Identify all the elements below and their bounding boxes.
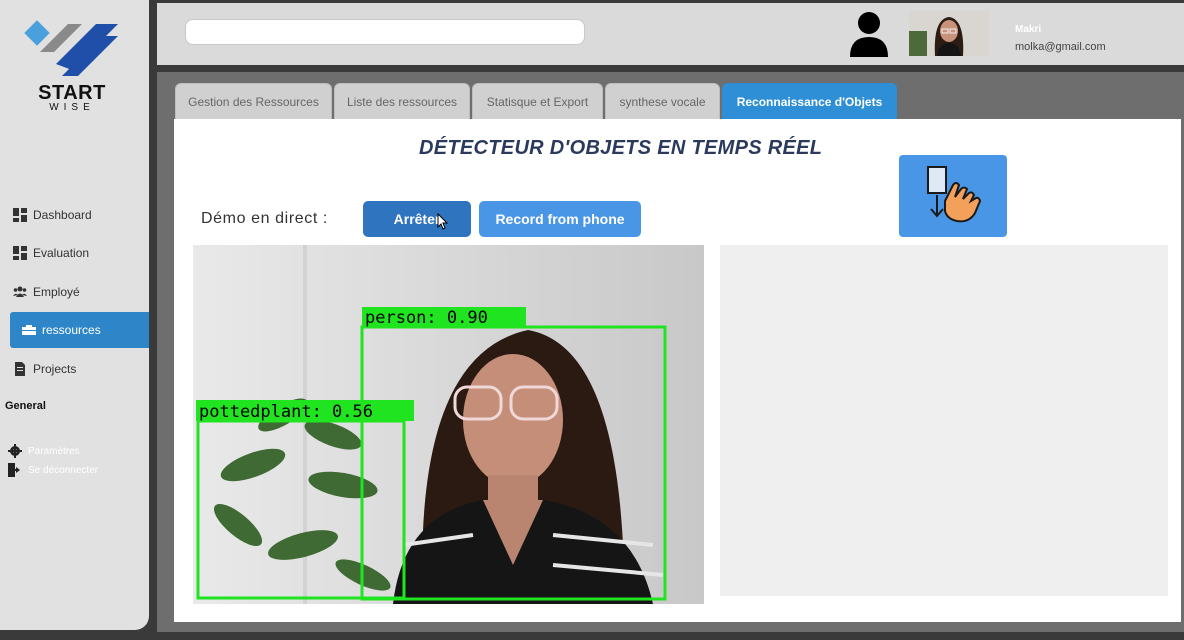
person-detection-label: person: 0.90 xyxy=(365,308,488,328)
logout-label: Se déconnecter xyxy=(28,464,99,476)
pottedplant-detection-label: pottedplant: 0.56 xyxy=(199,402,373,422)
detector-panel: DÉTECTEUR D'OBJETS EN TEMPS RÉEL Démo en… xyxy=(174,119,1181,622)
file-icon xyxy=(13,362,27,376)
search-input[interactable] xyxy=(185,19,585,45)
tab-synthese-vocale[interactable]: synthese vocale xyxy=(605,83,720,119)
toolbox-icon xyxy=(22,323,36,337)
users-icon xyxy=(13,285,27,299)
results-pane xyxy=(720,245,1168,596)
touch-upload-button[interactable] xyxy=(899,155,1007,237)
logout-icon xyxy=(8,463,22,477)
sidebar: START WISE Dashboard Evaluation Employé … xyxy=(0,0,149,630)
sidebar-item-label: Dashboard xyxy=(33,208,92,222)
sidebar-item-ressources[interactable]: ressources xyxy=(10,312,149,348)
settings-link[interactable]: Paramètres xyxy=(8,444,80,458)
hand-tap-icon xyxy=(927,166,982,223)
tab-reconnaissance-objets[interactable]: Reconnaissance d'Objets xyxy=(722,83,897,119)
sidebar-item-evaluation[interactable]: Evaluation xyxy=(0,236,149,270)
stop-button[interactable]: Arrêter xyxy=(363,201,471,237)
tab-liste-ressources[interactable]: Liste des ressources xyxy=(334,83,470,119)
sidebar-item-employe[interactable]: Employé xyxy=(0,275,149,309)
page-title: DÉTECTEUR D'OBJETS EN TEMPS RÉEL xyxy=(419,137,823,159)
user-silhouette-icon[interactable] xyxy=(849,11,889,57)
tab-statistique-export[interactable]: Statisque et Export xyxy=(472,83,603,119)
logout-link[interactable]: Se déconnecter xyxy=(8,463,98,477)
gear-icon xyxy=(8,444,22,458)
record-from-phone-button[interactable]: Record from phone xyxy=(479,201,641,237)
content-area: Gestion des Ressources Liste des ressour… xyxy=(157,72,1184,632)
sidebar-item-projects[interactable]: Projects xyxy=(0,352,149,386)
mouse-cursor-icon xyxy=(437,212,449,231)
demo-label: Démo en direct : xyxy=(201,210,328,227)
dashboard-icon xyxy=(13,246,27,260)
sidebar-item-label: ressources xyxy=(42,323,101,337)
settings-label: Paramètres xyxy=(28,445,80,457)
avatar[interactable] xyxy=(909,11,989,56)
sidebar-item-label: Employé xyxy=(33,285,80,299)
top-bar: Makri molka@gmail.com xyxy=(157,3,1184,65)
camera-feed: person: 0.90 pottedplant: 0.56 xyxy=(193,245,704,604)
section-title-general: General xyxy=(5,400,46,412)
dashboard-icon xyxy=(13,208,27,222)
camera-frame: person: 0.90 pottedplant: 0.56 xyxy=(193,245,704,604)
sidebar-item-dashboard[interactable]: Dashboard xyxy=(0,198,149,232)
sidebar-item-label: Evaluation xyxy=(33,246,90,260)
user-email: molka@gmail.com xyxy=(1015,41,1106,53)
brand-subname: WISE xyxy=(49,102,95,113)
tab-gestion-ressources[interactable]: Gestion des Ressources xyxy=(175,83,332,119)
sidebar-item-label: Projects xyxy=(33,362,77,376)
user-name: Makri xyxy=(1015,24,1042,35)
